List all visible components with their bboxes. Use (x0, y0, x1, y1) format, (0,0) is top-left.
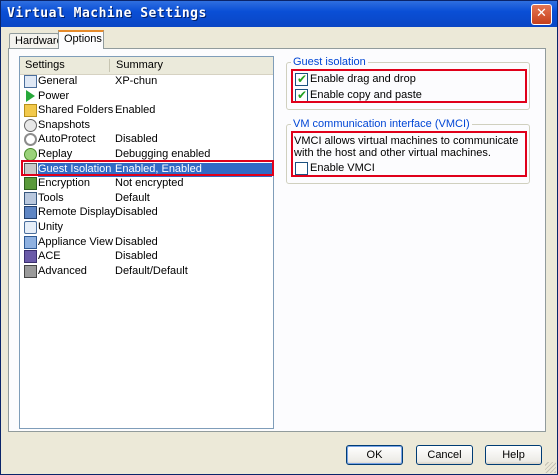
row-setting-label: Tools (38, 191, 64, 204)
appliance-view-icon (24, 235, 37, 249)
window-title: Virtual Machine Settings (7, 6, 207, 21)
row-summary-value: Disabled (115, 133, 158, 146)
row-setting-label: Snapshots (38, 118, 90, 131)
help-button[interactable]: Help (485, 445, 542, 465)
copy-paste-checkbox[interactable]: ✔ (295, 88, 308, 102)
row-setting-label: AutoProtect (38, 133, 96, 146)
list-rows: General XP-chun Power Shared Folders Enabled… (19, 56, 274, 429)
row-setting-label: Encryption (38, 177, 90, 190)
settings-row-tools[interactable]: Tools Default (19, 191, 272, 206)
row-summary-value: Disabled (115, 206, 158, 219)
ok-button[interactable]: OK (346, 445, 403, 465)
row-summary-value: Enabled (115, 104, 156, 117)
advanced-icon (24, 264, 37, 278)
row-summary-value: Disabled (115, 250, 158, 263)
vmci-label[interactable]: Enable VMCI (310, 162, 375, 174)
tab-hardware[interactable]: Hardware (9, 33, 63, 49)
settings-row-advanced[interactable]: Advanced Default/Default (19, 264, 272, 279)
settings-row-unity[interactable]: Unity (19, 221, 272, 235)
autoprotect-icon (24, 133, 37, 147)
row-setting-label: Unity (38, 221, 64, 233)
cancel-button[interactable]: Cancel (416, 445, 473, 465)
close-button[interactable]: ✕ (531, 4, 552, 25)
ace-icon (24, 250, 37, 264)
checkmark-icon: ✔ (297, 72, 308, 86)
settings-row-snapshots[interactable]: Snapshots (19, 118, 272, 133)
settings-row-power[interactable]: Power (19, 89, 272, 104)
settings-row-replay[interactable]: Replay Debugging enabled (19, 148, 272, 162)
checkmark-icon: ✔ (297, 88, 308, 102)
drag-drop-checkbox[interactable]: ✔ (295, 72, 308, 86)
encryption-icon (24, 177, 37, 191)
row-summary-value: Debugging enabled (115, 148, 211, 160)
row-summary-value: XP-chun (115, 75, 158, 87)
settings-row-remote-display[interactable]: Remote Display Disabled (19, 206, 272, 220)
tab-options[interactable]: Options (58, 30, 104, 49)
row-setting-label: Appliance View (38, 235, 114, 248)
row-setting-label: Remote Display (38, 206, 116, 219)
folder-icon (24, 104, 37, 118)
settings-row-guest-isolation[interactable]: Guest Isolation Enabled, Enabled (24, 162, 272, 177)
drag-drop-label[interactable]: Enable drag and drop (310, 73, 416, 85)
general-icon (24, 75, 37, 88)
power-icon (26, 89, 35, 102)
unity-icon (24, 221, 37, 234)
guest-isolation-icon (24, 162, 37, 176)
title-bar[interactable]: Virtual Machine Settings ✕ (1, 1, 557, 27)
settings-row-encryption[interactable]: Encryption Not encrypted (19, 177, 272, 191)
replay-icon (24, 148, 37, 161)
row-setting-label: Guest Isolation (38, 162, 112, 175)
tools-icon (24, 191, 37, 205)
row-setting-label: Shared Folders (38, 104, 114, 117)
row-setting-label: ACE (38, 250, 61, 263)
guest-isolation-legend: Guest isolation (293, 56, 366, 68)
close-icon: ✕ (536, 6, 547, 21)
settings-row-shared-folders[interactable]: Shared Folders Enabled (19, 104, 272, 118)
copy-paste-label[interactable]: Enable copy and paste (310, 89, 422, 101)
row-summary-value: Not encrypted (115, 177, 184, 190)
row-summary-value: Enabled, Enabled (115, 162, 202, 175)
vmci-legend: VM communication interface (VMCI) (293, 118, 470, 130)
row-summary-value: Default/Default (115, 264, 188, 277)
vmci-checkbox[interactable] (295, 162, 308, 175)
vmci-description: VMCI allows virtual machines to communic… (294, 135, 519, 159)
row-summary-value: Default (115, 191, 150, 204)
settings-row-ace[interactable]: ACE Disabled (19, 250, 272, 264)
row-setting-label: Replay (38, 148, 73, 160)
row-setting-label: General (38, 75, 78, 87)
snapshot-icon (24, 118, 37, 132)
row-summary-value: Disabled (115, 235, 158, 248)
row-setting-label: Power (38, 89, 70, 102)
remote-display-icon (24, 206, 37, 220)
settings-row-general[interactable]: General XP-chun (19, 75, 272, 89)
resize-grip-icon[interactable] (545, 462, 556, 473)
settings-row-autoprotect[interactable]: AutoProtect Disabled (19, 133, 272, 147)
row-setting-label: Advanced (38, 264, 87, 277)
settings-row-appliance-view[interactable]: Appliance View Disabled (19, 235, 272, 250)
